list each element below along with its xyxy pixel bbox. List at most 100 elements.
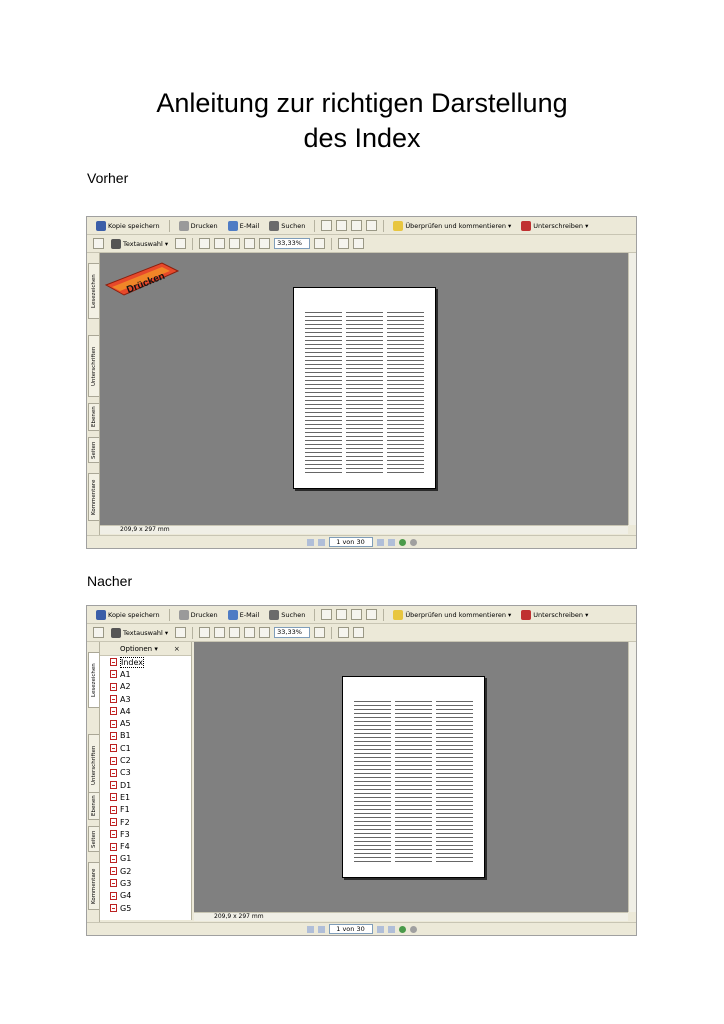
page-number-field[interactable]: 1 von 30 [328, 924, 373, 934]
first-page-icon[interactable] [306, 925, 314, 933]
last-page-icon[interactable] [387, 538, 395, 546]
fit-width-icon[interactable] [244, 627, 256, 638]
tab-layers[interactable]: Ebenen [88, 792, 99, 820]
tab-pages[interactable]: Seiten [88, 826, 99, 852]
bookmark-item[interactable]: F1 [100, 804, 191, 816]
comment-icon [393, 609, 404, 620]
text-select-button[interactable]: Textauswahl ▾ [108, 626, 171, 640]
zoom-plus-icon[interactable] [314, 238, 326, 249]
save-copy-button[interactable]: Kopie speichern [93, 608, 163, 622]
print-button[interactable]: Drucken [176, 219, 221, 233]
tab-comments[interactable]: Kommentare [88, 473, 99, 521]
redo-icon[interactable] [351, 220, 363, 231]
rotate-icon[interactable] [366, 220, 378, 231]
close-panel-icon[interactable]: × [174, 645, 180, 653]
bookmark-item[interactable]: A2 [100, 681, 191, 693]
forward-icon[interactable] [409, 925, 417, 933]
actual-size-icon[interactable] [214, 238, 226, 249]
pdf-bookmark-icon [110, 805, 117, 814]
horizontal-scrollbar[interactable]: 209,9 x 297 mm [194, 912, 628, 921]
search-button[interactable]: Suchen [266, 219, 308, 233]
previous-page-icon[interactable] [317, 538, 325, 546]
bookmark-item[interactable]: F4 [100, 840, 191, 852]
zoom-plus-icon[interactable] [314, 627, 326, 638]
horizontal-scrollbar[interactable]: 209,9 x 297 mm [100, 525, 628, 534]
fit-page-icon[interactable] [229, 627, 241, 638]
bookmark-item[interactable]: C1 [100, 742, 191, 754]
hand-icon[interactable] [321, 609, 333, 620]
tab-bookmarks[interactable]: Lesezeichen [88, 263, 99, 319]
bookmark-item[interactable]: A5 [100, 717, 191, 729]
snapshot-icon[interactable] [175, 627, 187, 638]
tab-pages[interactable]: Seiten [88, 437, 99, 463]
zoom-out-icon[interactable] [259, 238, 271, 249]
back-icon[interactable] [398, 925, 406, 933]
document-workspace[interactable] [194, 642, 628, 912]
bookmark-item[interactable]: F2 [100, 816, 191, 828]
tab-comments[interactable]: Kommentare [88, 862, 99, 910]
page-layout-icon[interactable] [353, 627, 365, 638]
next-page-icon[interactable] [376, 925, 384, 933]
email-button[interactable]: E-Mail [225, 219, 263, 233]
pdf-page[interactable] [293, 287, 436, 489]
pdf-page[interactable] [342, 676, 485, 878]
snapshot-icon[interactable] [175, 238, 187, 249]
rotate-view-icon[interactable] [338, 627, 350, 638]
bookmark-item[interactable]: A1 [100, 668, 191, 680]
rotate-icon[interactable] [366, 609, 378, 620]
tab-signatures[interactable]: Unterschriften [88, 734, 99, 796]
text-select-button[interactable]: Textauswahl ▾ [108, 237, 171, 251]
tab-layers[interactable]: Ebenen [88, 403, 99, 431]
zoom-field[interactable]: 33,33% [274, 627, 311, 638]
bookmark-item[interactable]: C2 [100, 754, 191, 766]
sign-button[interactable]: Unterschreiben ▾ [518, 608, 591, 622]
redo-icon[interactable] [351, 609, 363, 620]
undo-icon[interactable] [336, 609, 348, 620]
zoom-out-icon[interactable] [259, 627, 271, 638]
page-layout-icon[interactable] [353, 238, 365, 249]
tab-bookmarks[interactable]: Lesezeichen [88, 652, 99, 708]
bookmark-item[interactable]: E1 [100, 791, 191, 803]
bookmark-item[interactable]: B1 [100, 730, 191, 742]
back-icon[interactable] [398, 538, 406, 546]
bookmark-item[interactable]: G5 [100, 902, 191, 914]
bookmark-item[interactable]: F3 [100, 828, 191, 840]
vertical-scrollbar[interactable] [628, 642, 636, 912]
bookmark-item[interactable]: G1 [100, 853, 191, 865]
actual-size-icon[interactable] [214, 627, 226, 638]
hand-tool-icon[interactable] [93, 627, 104, 638]
zoom-in-icon[interactable] [199, 627, 211, 638]
next-page-icon[interactable] [376, 538, 384, 546]
zoom-field[interactable]: 33,33% [274, 238, 311, 249]
bookmark-item[interactable]: A3 [100, 693, 191, 705]
review-button[interactable]: Überprüfen und kommentieren ▾ [390, 219, 514, 233]
zoom-in-icon[interactable] [199, 238, 211, 249]
last-page-icon[interactable] [387, 925, 395, 933]
search-button[interactable]: Suchen [266, 608, 308, 622]
tab-signatures[interactable]: Unterschriften [88, 335, 99, 397]
bookmark-item[interactable]: A4 [100, 705, 191, 717]
previous-page-icon[interactable] [317, 925, 325, 933]
print-button[interactable]: Drucken [176, 608, 221, 622]
undo-icon[interactable] [336, 220, 348, 231]
hand-icon[interactable] [321, 220, 333, 231]
forward-icon[interactable] [409, 538, 417, 546]
sign-button[interactable]: Unterschreiben ▾ [518, 219, 591, 233]
rotate-view-icon[interactable] [338, 238, 350, 249]
email-button[interactable]: E-Mail [225, 608, 263, 622]
page-number-field[interactable]: 1 von 30 [328, 537, 373, 547]
bookmark-item[interactable]: C3 [100, 767, 191, 779]
bookmark-item[interactable]: G2 [100, 865, 191, 877]
bookmark-item[interactable]: G4 [100, 890, 191, 902]
bookmark-item[interactable]: D1 [100, 779, 191, 791]
review-button[interactable]: Überprüfen und kommentieren ▾ [390, 608, 514, 622]
bookmark-item[interactable]: Index [100, 656, 191, 668]
hand-tool-icon[interactable] [93, 238, 104, 249]
save-copy-button[interactable]: Kopie speichern [93, 219, 163, 233]
fit-width-icon[interactable] [244, 238, 256, 249]
fit-page-icon[interactable] [229, 238, 241, 249]
vertical-scrollbar[interactable] [628, 253, 636, 525]
bookmark-item[interactable]: G3 [100, 877, 191, 889]
options-button[interactable]: Optionen ▾ [120, 645, 158, 653]
first-page-icon[interactable] [306, 538, 314, 546]
